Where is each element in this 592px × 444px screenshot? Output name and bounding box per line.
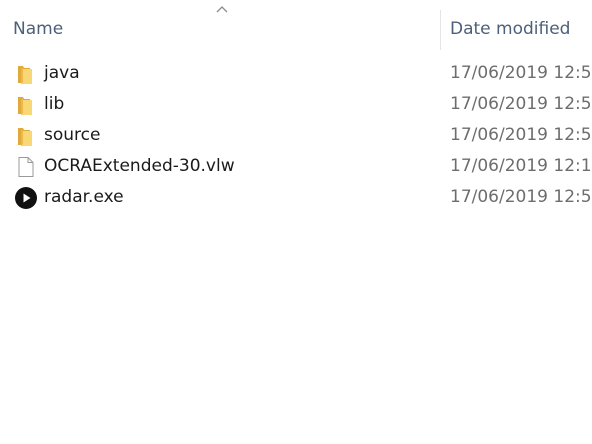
file-icon (18, 157, 34, 177)
column-header-bar: Name Date modified (0, 0, 592, 52)
file-row-radar-exe[interactable]: radar.exe 17/06/2019 12:50 (0, 182, 592, 213)
name-column-header[interactable]: Name (0, 0, 440, 52)
folder-icon (18, 128, 32, 146)
file-name: OCRAExtended-30.vlw (44, 156, 235, 176)
file-row-source[interactable]: source 17/06/2019 12:50 (0, 120, 592, 151)
folder-icon (18, 97, 32, 115)
play-icon (15, 187, 37, 209)
file-name: java (44, 63, 80, 83)
file-date-modified: 17/06/2019 12:50 (450, 63, 592, 83)
file-row-ocraextended[interactable]: OCRAExtended-30.vlw 17/06/2019 12:13 (0, 151, 592, 182)
date-modified-column-header[interactable]: Date modified (441, 0, 592, 52)
file-row-lib[interactable]: lib 17/06/2019 12:50 (0, 89, 592, 120)
file-name: source (44, 125, 101, 145)
file-date-modified: 17/06/2019 12:13 (450, 156, 592, 176)
file-row-java[interactable]: java 17/06/2019 12:50 (0, 58, 592, 89)
sort-ascending-icon (216, 6, 228, 13)
name-column-label: Name (13, 19, 64, 39)
file-date-modified: 17/06/2019 12:50 (450, 94, 592, 114)
folder-icon (18, 66, 32, 84)
file-name: radar.exe (44, 187, 124, 207)
file-explorer: Name Date modified java 17/06/2019 12:50 (0, 0, 592, 444)
file-date-modified: 17/06/2019 12:50 (450, 187, 592, 207)
file-list: java 17/06/2019 12:50 lib 17/06/2019 12:… (0, 58, 592, 213)
file-date-modified: 17/06/2019 12:50 (450, 125, 592, 145)
date-modified-column-label: Date modified (450, 19, 571, 39)
file-name: lib (44, 94, 65, 114)
